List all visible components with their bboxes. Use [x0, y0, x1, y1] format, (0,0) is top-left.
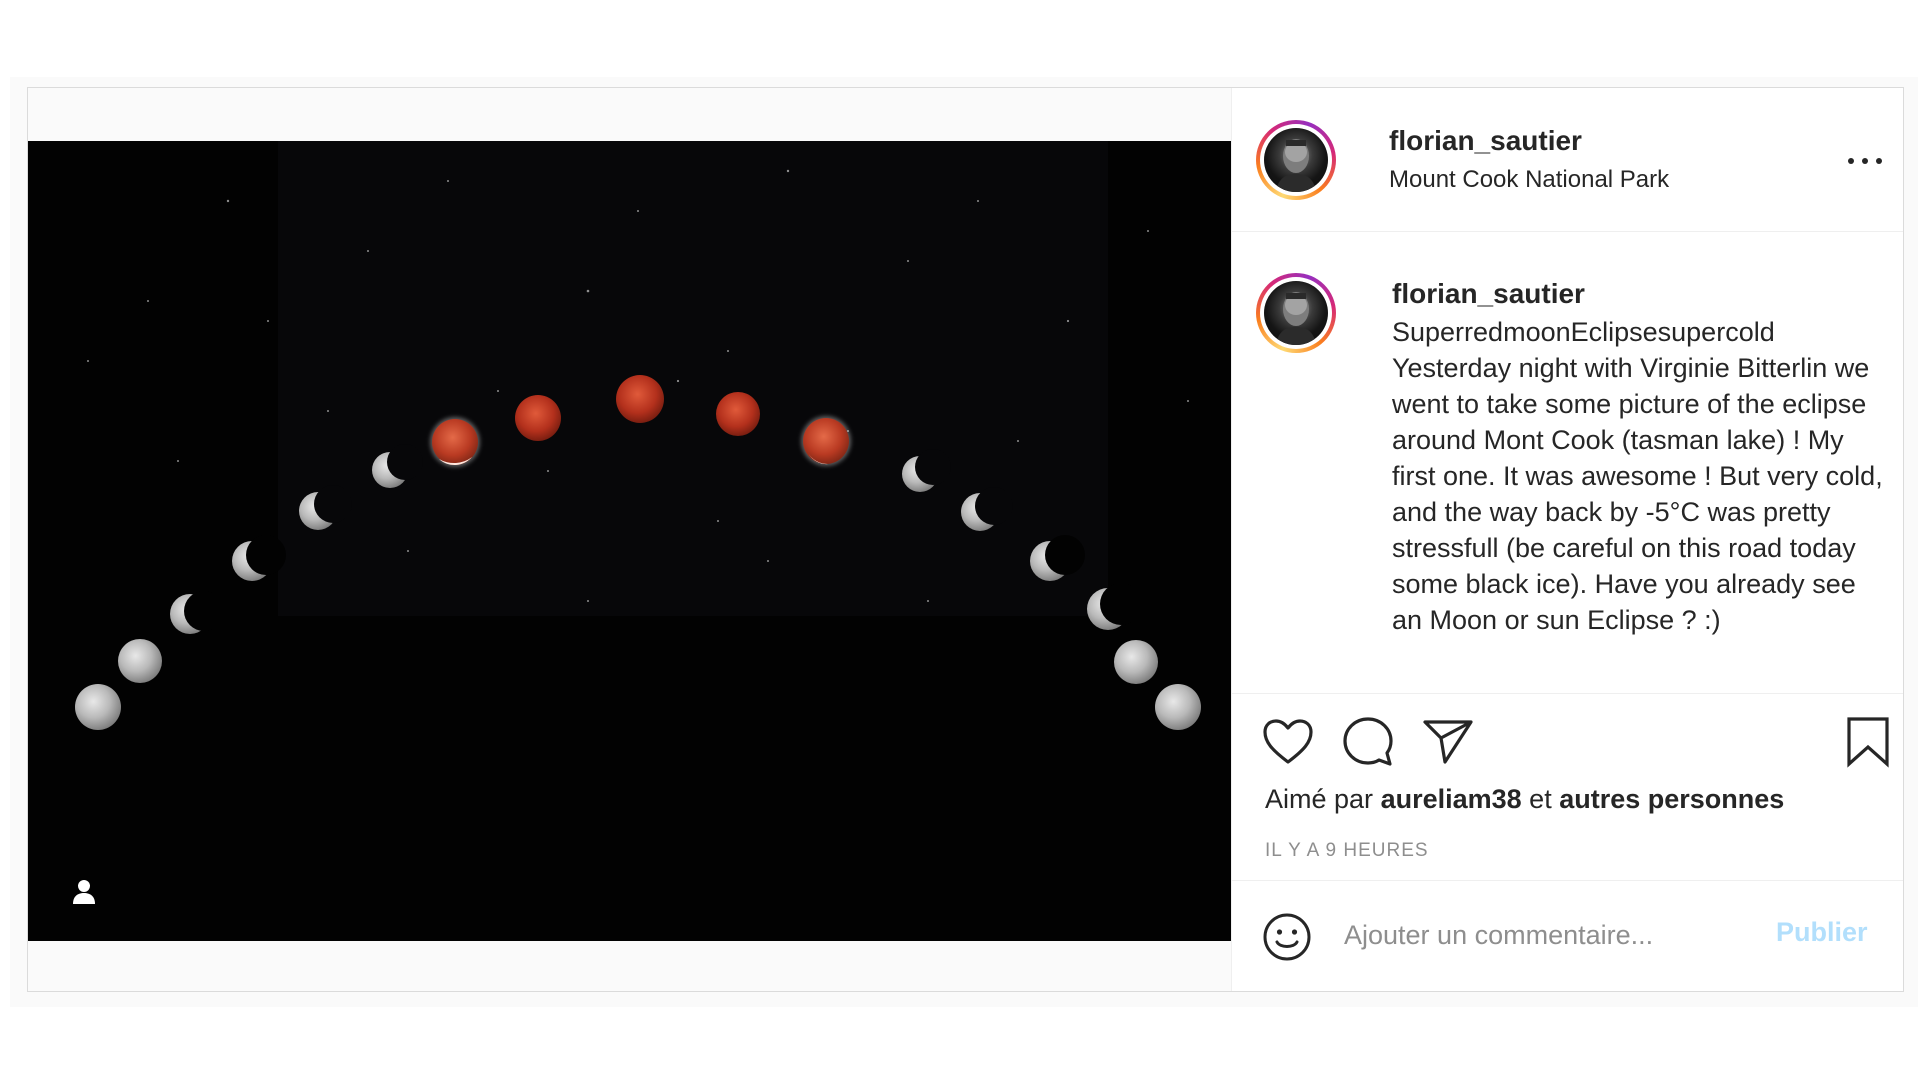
heart-icon[interactable]: [1262, 718, 1314, 771]
moon-phase: [118, 639, 162, 683]
caption-avatar[interactable]: [1256, 273, 1336, 353]
post-location[interactable]: Mount Cook National Park: [1389, 166, 1669, 194]
caption-text: SuperredmoonEclipsesupercold Yesterday n…: [1392, 317, 1883, 635]
comment-bubble-icon[interactable]: [1342, 716, 1394, 773]
emoji-icon[interactable]: [1262, 912, 1312, 967]
moon-phase: [515, 395, 561, 441]
publish-button[interactable]: Publier: [1776, 917, 1868, 948]
lunar-eclipse-sequence-image: [75, 141, 1201, 730]
likes-summary[interactable]: Aimé par aureliam38 et autres personnes: [1265, 784, 1784, 815]
post-photo[interactable]: [28, 141, 1231, 941]
bookmark-icon[interactable]: [1846, 716, 1890, 773]
caption-username[interactable]: florian_sautier: [1392, 278, 1585, 310]
moon-phase: [170, 591, 224, 634]
paper-plane-icon[interactable]: [1422, 718, 1474, 771]
post-header: florian_sautier Mount Cook National Park: [1232, 88, 1903, 232]
moon-phase: [716, 392, 760, 436]
moon-phase: [616, 375, 664, 423]
post-sidebar: florian_sautier Mount Cook National Park: [1232, 88, 1903, 991]
more-options-icon[interactable]: [1846, 146, 1886, 174]
moon-phase: [75, 684, 121, 730]
likes-prefix: Aimé par: [1265, 784, 1374, 814]
comment-input[interactable]: [1342, 909, 1746, 961]
moon-phase: [1114, 640, 1158, 684]
moon-phase: [430, 417, 480, 467]
likes-others-link[interactable]: autres personnes: [1559, 784, 1784, 814]
post-media: [28, 88, 1232, 991]
liker-username[interactable]: aureliam38: [1381, 784, 1522, 814]
likes-conjunction: et: [1529, 784, 1552, 814]
moon-phase: [232, 535, 286, 581]
author-username[interactable]: florian_sautier: [1389, 125, 1582, 157]
moon-phase: [1155, 684, 1201, 730]
comment-bar: Publier: [1232, 880, 1903, 992]
post-card: florian_sautier Mount Cook National Park: [27, 87, 1904, 992]
post-timestamp[interactable]: IL Y A 9 HEURES: [1265, 840, 1429, 862]
author-avatar[interactable]: [1256, 120, 1336, 200]
moon-phase: [801, 416, 851, 466]
user-tag-icon[interactable]: [70, 877, 98, 905]
